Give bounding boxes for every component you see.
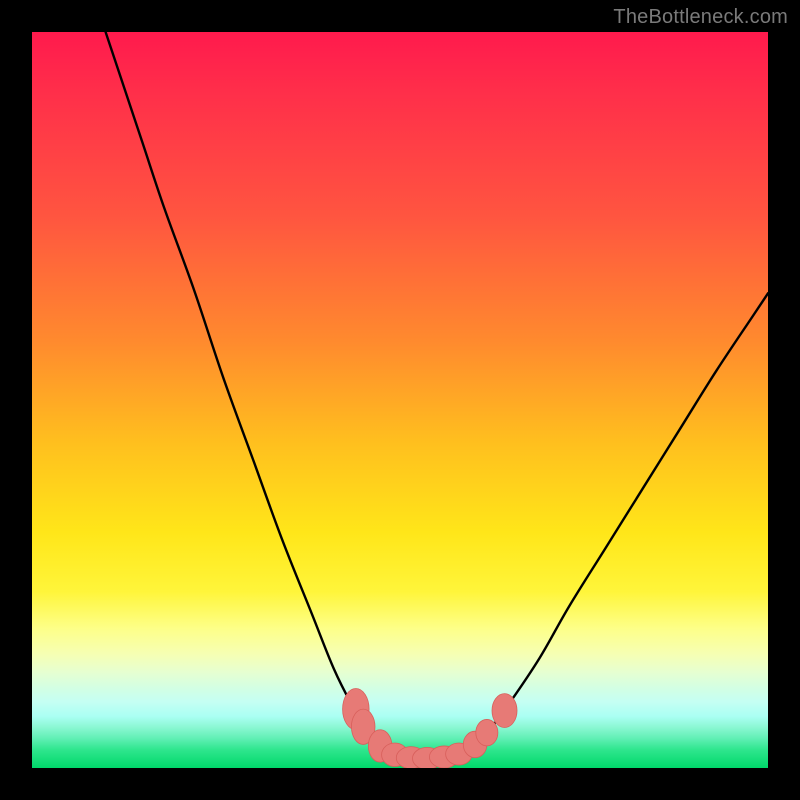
bottleneck-curve [106, 32, 768, 758]
chart-frame: TheBottleneck.com [0, 0, 800, 800]
plot-area [32, 32, 768, 768]
watermark-label: TheBottleneck.com [613, 6, 788, 29]
chart-svg [32, 32, 768, 768]
valley-marker [492, 694, 517, 728]
markers-group [343, 689, 517, 768]
curves-group [106, 32, 768, 758]
valley-marker [476, 719, 498, 746]
